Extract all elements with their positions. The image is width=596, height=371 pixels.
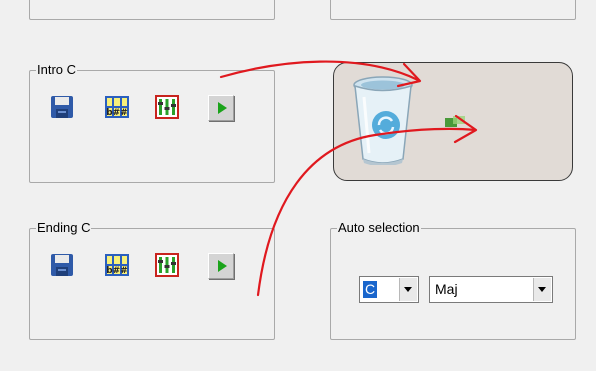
mixer-sliders-icon (155, 253, 179, 277)
svg-text:b##: b## (106, 108, 128, 118)
floppy-disk-icon (51, 254, 73, 276)
ending-groupbox-title: Ending C (36, 220, 92, 236)
intro-mixer-button[interactable] (155, 95, 179, 119)
auto-selection-title: Auto selection (337, 220, 421, 236)
chord-grid-icon: b## (105, 96, 129, 118)
intro-groupbox: Intro C b## (29, 62, 275, 183)
top-right-groupbox (330, 0, 576, 20)
recycle-bin-icon (353, 76, 413, 165)
ending-mixer-button[interactable] (155, 253, 179, 277)
intro-save-button[interactable] (50, 95, 74, 119)
mixer-sliders-icon (155, 95, 179, 119)
floppy-disk-icon (51, 96, 73, 118)
intro-chords-button[interactable]: b## (105, 95, 129, 119)
ending-chords-button[interactable]: b## (105, 253, 129, 277)
key-select-value: C (363, 281, 378, 298)
chevron-down-icon[interactable] (533, 278, 551, 301)
chevron-down-icon[interactable] (399, 278, 417, 301)
key-select[interactable]: C (359, 276, 419, 303)
ending-save-button[interactable] (50, 253, 74, 277)
chord-grid-icon: b## (105, 254, 129, 276)
auto-selection-groupbox: Auto selection C Maj (330, 220, 576, 340)
trash-drop-panel[interactable] (333, 62, 573, 181)
mode-select-value: Maj (435, 281, 458, 297)
ending-play-button[interactable] (208, 253, 234, 279)
mode-select[interactable]: Maj (429, 276, 553, 303)
top-left-groupbox (29, 0, 275, 20)
ending-groupbox: Ending C b## (29, 220, 275, 340)
intro-groupbox-title: Intro C (36, 62, 78, 78)
svg-text:b##: b## (106, 266, 128, 276)
intro-play-button[interactable] (208, 95, 234, 121)
dropped-item-icon (445, 116, 465, 127)
